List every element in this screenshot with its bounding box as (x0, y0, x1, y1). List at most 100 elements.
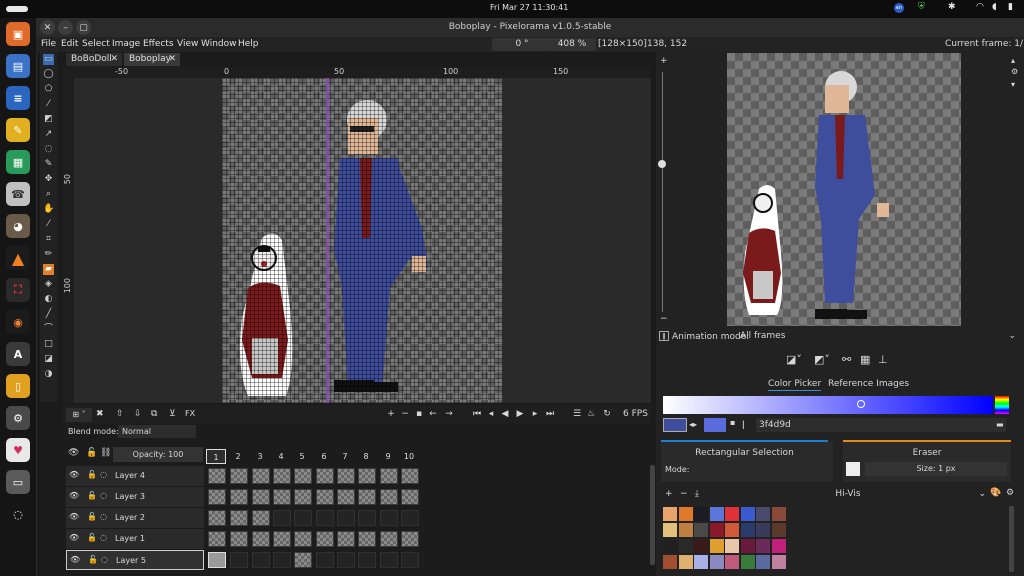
spreadsheet-app-icon[interactable]: ▦ (6, 150, 30, 174)
move-layer-up-icon[interactable]: ⇧ (116, 409, 124, 419)
palette-swatch[interactable] (678, 539, 693, 553)
pencil-icon[interactable]: ✏ (43, 249, 54, 260)
previous-frame-icon[interactable]: ◂ (485, 408, 497, 420)
palette-swatch[interactable] (725, 523, 739, 537)
frame-cel[interactable] (316, 468, 334, 484)
menu-image[interactable]: Image (112, 39, 140, 49)
files-app-icon[interactable]: ▤ (6, 54, 30, 78)
frame-number-5[interactable]: 5 (292, 449, 312, 464)
brush-size-field[interactable]: Size: 1 px (865, 462, 1007, 476)
close-tab-icon[interactable]: ✕ (168, 53, 176, 66)
link-all-icon[interactable]: ⛓ (100, 448, 111, 458)
layer-row[interactable]: 👁 🔓 ◌ Layer 4 (66, 466, 204, 487)
pause-preview-icon[interactable]: ǁ (659, 331, 669, 341)
frame-cel[interactable] (337, 489, 355, 505)
gradient-icon[interactable]: ◪ (43, 354, 54, 365)
palette-settings-icon[interactable]: ⚙ (1006, 488, 1014, 498)
move-layer-down-icon[interactable]: ⇩ (134, 409, 142, 419)
frame-cel[interactable] (401, 531, 419, 547)
pencil-select-icon[interactable]: ✎ (43, 159, 54, 170)
frame-cel[interactable] (316, 489, 334, 505)
last-frame-icon[interactable]: ⏭ (544, 408, 556, 420)
frame-cel[interactable] (380, 531, 398, 547)
curve-icon[interactable]: ⌒ (43, 324, 54, 335)
swap-colors-icon[interactable]: ◂▸ (689, 420, 697, 429)
ellipse-icon[interactable]: ◑ (43, 369, 54, 380)
layer-effects-button[interactable]: FX (185, 409, 195, 418)
layer-row[interactable]: 👁 🔓 ◌ Layer 3 (66, 487, 204, 508)
mirror-horizontal-icon[interactable]: ◪˅ (786, 353, 802, 366)
frame-cel[interactable] (273, 510, 291, 526)
palette-swatch[interactable] (694, 539, 708, 553)
close-window-button[interactable]: ✕ (40, 20, 55, 35)
loop-icon[interactable]: ↻ (601, 408, 613, 420)
play-backwards-icon[interactable]: ◀ (499, 408, 511, 420)
palette-swatch[interactable] (756, 507, 770, 521)
tab-color-picker[interactable]: Color Picker (768, 379, 822, 391)
link-icon[interactable]: ◌ (100, 512, 107, 521)
preview-zoom-track[interactable] (662, 72, 663, 312)
frame-cel[interactable] (401, 510, 419, 526)
accessibility-icon[interactable]: ✱ (948, 2, 956, 12)
opacity-slider[interactable]: Opacity: 100 (113, 447, 203, 462)
frame-cel[interactable] (273, 468, 291, 484)
frame-cel[interactable] (252, 552, 270, 568)
preview-toggle-icon[interactable]: ▴ (1011, 56, 1015, 65)
palette-scrollbar[interactable] (1009, 506, 1014, 572)
move-icon[interactable]: ✥ (43, 174, 54, 185)
frame-cel[interactable] (208, 468, 226, 484)
maximize-window-button[interactable]: ▢ (76, 20, 91, 35)
frame-cel[interactable] (294, 510, 312, 526)
frame-cel[interactable] (401, 552, 419, 568)
zoom-icon[interactable]: ⌕ (43, 189, 54, 200)
frame-cel[interactable] (230, 510, 248, 526)
ellipse-select-icon[interactable]: ◯ (43, 69, 54, 80)
frame-cel[interactable] (316, 510, 334, 526)
frame-cel[interactable] (208, 489, 226, 505)
menu-help[interactable]: Help (238, 39, 259, 49)
telephone-app-icon[interactable]: ☎ (6, 182, 30, 206)
palette-options-icon[interactable]: 🎨 (990, 488, 1001, 498)
link-icon[interactable]: ◌ (100, 470, 107, 479)
frame-cel[interactable] (316, 552, 334, 568)
drive-app-icon[interactable]: ▭ (6, 470, 30, 494)
add-frame-icon[interactable]: + (385, 408, 397, 420)
vertical-guide[interactable] (326, 78, 329, 403)
move-frame-right-icon[interactable]: → (443, 408, 455, 420)
polygon-select-icon[interactable]: ⬠ (43, 84, 54, 95)
pixelorama-app-icon[interactable]: ♥ (6, 438, 30, 462)
frame-cel[interactable] (294, 468, 312, 484)
palette-swatch[interactable] (725, 555, 739, 569)
right-color-swatch[interactable] (704, 418, 726, 432)
battery-icon[interactable]: ▮ (1008, 2, 1013, 12)
frame-cel[interactable] (358, 489, 376, 505)
frame-cel[interactable] (252, 468, 270, 484)
writer-app-icon[interactable]: ≡ (6, 86, 30, 110)
lock-all-icon[interactable]: 🔓 (86, 448, 97, 458)
pixel-perfect-icon[interactable]: ⚯ (842, 353, 851, 366)
lasso-icon[interactable]: ◌ (43, 144, 54, 155)
palette-swatch[interactable] (694, 555, 708, 569)
palette-swatch[interactable] (771, 555, 786, 569)
visibility-icon[interactable]: 👁 (69, 533, 79, 542)
frame-cel[interactable] (273, 552, 291, 568)
line-icon[interactable]: ╱ (43, 309, 54, 320)
link-icon[interactable]: ◌ (100, 491, 107, 500)
preview-menu-icon[interactable]: ▾ (1011, 80, 1015, 89)
frame-cel[interactable] (208, 552, 226, 568)
palette-swatch[interactable] (709, 523, 724, 537)
menu-select[interactable]: Select (82, 39, 110, 49)
frame-cel[interactable] (294, 552, 312, 568)
frame-cel[interactable] (252, 489, 270, 505)
frame-cel[interactable] (337, 552, 355, 568)
frame-number-7[interactable]: 7 (335, 449, 355, 464)
frame-cel[interactable] (294, 531, 312, 547)
lock-icon[interactable]: 🔓 (87, 533, 97, 542)
frame-number-2[interactable]: 2 (228, 449, 248, 464)
frame-cel[interactable] (358, 468, 376, 484)
lock-icon[interactable]: 🔓 (87, 491, 97, 500)
rectangle-icon[interactable]: □ (43, 339, 54, 350)
shield-icon[interactable]: ⛨ (918, 2, 925, 12)
hue-slider[interactable] (995, 396, 1009, 414)
add-layer-button[interactable]: ⊞ ˅ (66, 408, 92, 422)
